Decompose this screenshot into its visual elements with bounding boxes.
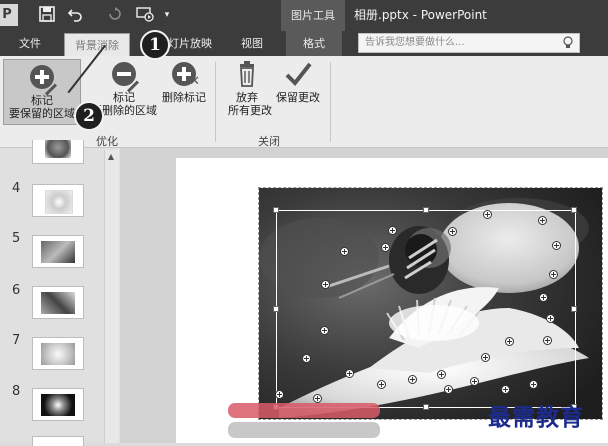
keep-marker[interactable] xyxy=(377,380,386,389)
slide-thumbnail[interactable] xyxy=(32,140,84,164)
save-icon[interactable] xyxy=(38,6,56,24)
keep-marker[interactable] xyxy=(313,394,322,403)
thumbnail-scrollbar[interactable] xyxy=(104,150,119,443)
mark-remove-label-1: 标记 xyxy=(113,91,135,104)
ribbon-separator xyxy=(215,62,216,142)
discard-all-changes-button[interactable]: 放弃 所有更改 xyxy=(228,60,272,117)
tab-slideshow[interactable]: 灯片放映 xyxy=(164,31,216,56)
discard-label-2: 所有更改 xyxy=(228,104,272,117)
keep-marker[interactable] xyxy=(543,336,552,345)
tab-format[interactable]: 格式 xyxy=(286,31,342,56)
slide-thumbnail[interactable] xyxy=(32,286,84,319)
keep-marker[interactable] xyxy=(549,270,558,279)
resize-handle[interactable] xyxy=(571,207,577,213)
keep-marker[interactable] xyxy=(408,375,417,384)
delete-mark-label: 删除标记 xyxy=(162,91,206,104)
keep-marker[interactable] xyxy=(275,390,284,399)
keep-area-marquee[interactable] xyxy=(273,207,577,410)
delete-mark-button[interactable]: ✕ 删除标记 xyxy=(158,60,210,104)
slide-number: 8 xyxy=(12,384,21,399)
step-1-callout: 1 xyxy=(140,30,170,60)
keep-marker[interactable] xyxy=(320,326,329,335)
keep-marker[interactable] xyxy=(388,226,397,235)
slide-thumbnail[interactable] xyxy=(32,337,84,370)
app-icon: P xyxy=(0,4,18,26)
keep-marker[interactable] xyxy=(381,243,390,252)
keep-changes-button[interactable]: 保留更改 xyxy=(271,60,325,104)
mark-keep-label-1: 标记 xyxy=(31,94,53,107)
watermark-logo: 最需教育 xyxy=(488,404,584,431)
slide-number: 5 xyxy=(12,231,21,246)
slide-thumbnail[interactable] xyxy=(32,388,84,421)
step-2-callout: 2 xyxy=(74,101,104,131)
customize-qat-icon[interactable]: ▾ xyxy=(158,6,176,24)
keep-marker[interactable] xyxy=(448,227,457,236)
redacted-caption xyxy=(228,422,380,438)
redacted-caption xyxy=(228,403,380,418)
tab-view[interactable]: 视图 xyxy=(232,31,272,56)
tab-file[interactable]: 文件 xyxy=(8,31,52,56)
keep-marker[interactable] xyxy=(481,353,490,362)
lightbulb-icon xyxy=(563,34,573,56)
keep-marker[interactable] xyxy=(501,385,510,394)
keep-marker[interactable] xyxy=(552,241,561,250)
start-slideshow-icon[interactable] xyxy=(136,6,154,24)
tell-me-placeholder: 告诉我您想要做什么... xyxy=(365,37,465,48)
slide-thumbnail[interactable] xyxy=(32,436,84,446)
keep-marker[interactable] xyxy=(505,337,514,346)
keep-marker[interactable] xyxy=(538,216,547,225)
slide-thumbnail[interactable] xyxy=(32,235,84,268)
mark-keep-label-2: 要保留的区域 xyxy=(9,107,75,120)
slide-number: 4 xyxy=(12,181,21,196)
resize-handle[interactable] xyxy=(273,207,279,213)
scroll-up-arrow-icon[interactable]: ▲ xyxy=(104,151,118,163)
keep-marker[interactable] xyxy=(546,314,555,323)
redo-icon[interactable] xyxy=(106,6,124,24)
ribbon-separator xyxy=(330,62,331,142)
keep-changes-label: 保留更改 xyxy=(276,91,320,104)
resize-handle[interactable] xyxy=(423,207,429,213)
keep-marker[interactable] xyxy=(483,210,492,219)
group-label-close: 关闭 xyxy=(258,135,280,148)
window-title: 相册.pptx - PowerPoint xyxy=(354,8,487,22)
tell-me-search[interactable]: 告诉我您想要做什么... xyxy=(358,33,580,53)
plus-pencil-icon xyxy=(28,63,58,96)
resize-handle[interactable] xyxy=(571,306,577,312)
keep-marker[interactable] xyxy=(470,377,479,386)
discard-label-1: 放弃 xyxy=(236,91,258,104)
picture-tools-label: 图片工具 xyxy=(281,0,345,31)
keep-marker[interactable] xyxy=(529,380,538,389)
slide-number: 6 xyxy=(12,283,21,298)
keep-marker[interactable] xyxy=(539,293,548,302)
slide-thumbnail[interactable] xyxy=(32,184,84,217)
keep-marker[interactable] xyxy=(321,280,330,289)
slide-number: 7 xyxy=(12,333,21,348)
keep-marker[interactable] xyxy=(340,247,349,256)
trash-icon xyxy=(233,60,261,88)
resize-handle[interactable] xyxy=(423,404,429,410)
keep-marker[interactable] xyxy=(302,354,311,363)
keep-marker[interactable] xyxy=(437,370,446,379)
group-label-refine: 优化 xyxy=(96,135,118,148)
checkmark-icon xyxy=(284,60,312,88)
delete-mark-icon: ✕ xyxy=(170,60,200,88)
keep-marker[interactable] xyxy=(345,369,354,378)
keep-marker[interactable] xyxy=(444,385,453,394)
resize-handle[interactable] xyxy=(273,306,279,312)
undo-icon[interactable] xyxy=(66,6,84,24)
minus-pencil-icon xyxy=(110,60,140,93)
